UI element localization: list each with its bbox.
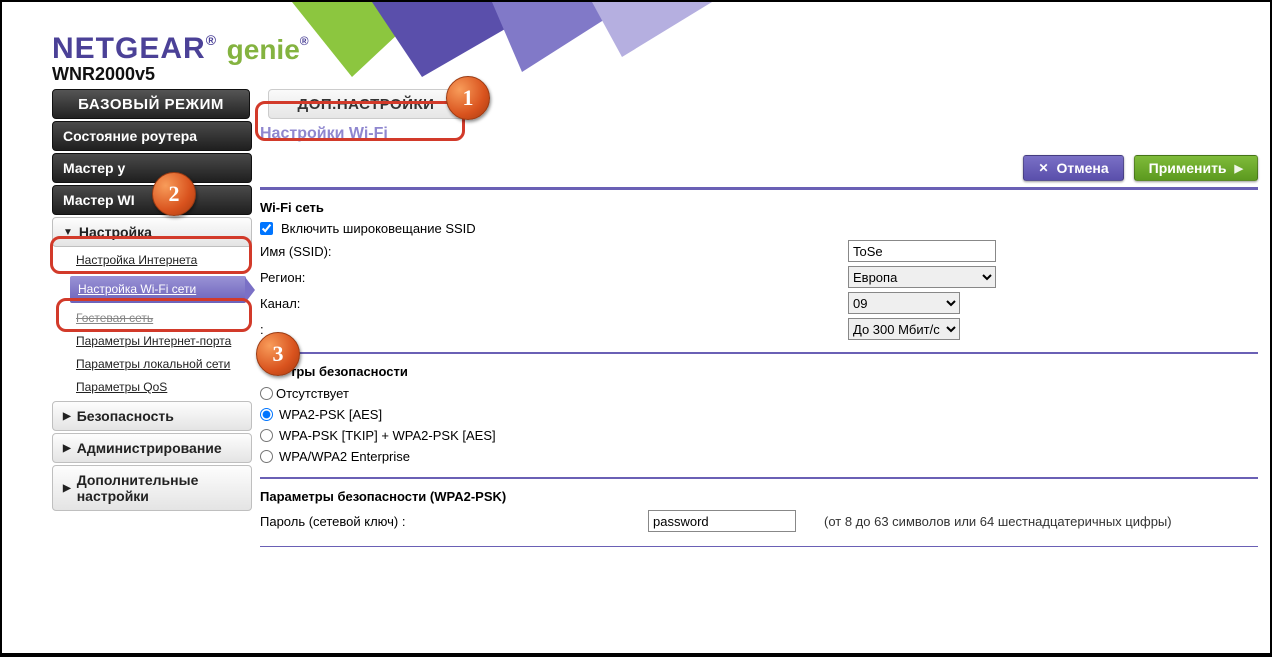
sidebar-item-extra[interactable]: ▶ Дополнительные настройки <box>52 465 252 511</box>
page-title: Настройки Wi-Fi <box>260 119 1258 153</box>
sidebar-item-setup[interactable]: ▼ Настройка <box>52 217 252 247</box>
security-mixed-label: WPA-PSK [TKIP] + WPA2-PSK [AES] <box>279 428 496 443</box>
button-label: Отмена <box>1057 160 1109 176</box>
sidebar-item-label: Дополнительные настройки <box>77 472 241 504</box>
sidebar: БАЗОВЫЙ РЕЖИМ Состояние роутера Мастер у… <box>52 89 252 553</box>
security-none-radio[interactable] <box>260 387 273 400</box>
security-none-label: Отсутствует <box>276 386 349 401</box>
sidebar-item-status[interactable]: Состояние роутера <box>52 121 252 151</box>
mode-select[interactable]: До 300 Мбит/с <box>848 318 960 340</box>
close-icon: ✕ <box>1038 161 1048 175</box>
chevron-right-icon: ▶ <box>63 411 71 422</box>
brand-netgear: NETGEAR® <box>52 32 217 66</box>
section-psk: Параметры безопасности (WPA2-PSK) <box>260 489 1258 504</box>
security-mixed-radio[interactable] <box>260 429 273 442</box>
tab-advanced[interactable]: ДОП.НАСТРОЙКИ <box>268 89 464 119</box>
chevron-right-icon: ▶ <box>63 443 71 454</box>
sidebar-item-label: Администрирование <box>77 440 222 456</box>
psk-input[interactable] <box>648 510 796 532</box>
security-enterprise-label: WPA/WPA2 Enterprise <box>279 449 410 464</box>
sidebar-item-wizard1[interactable]: Мастер у <box>52 153 252 183</box>
region-label: Регион: <box>260 270 840 285</box>
sidebar-item-security[interactable]: ▶ Безопасность <box>52 401 252 431</box>
sublink-wan[interactable]: Параметры Интернет-порта <box>76 334 252 349</box>
model-label: WNR2000v5 <box>52 64 1270 85</box>
sublink-internet[interactable]: Настройка Интернета <box>76 253 252 268</box>
tab-basic[interactable]: БАЗОВЫЙ РЕЖИМ <box>52 89 250 119</box>
ssid-input[interactable] <box>848 240 996 262</box>
badge-3: 3 <box>256 332 300 376</box>
sidebar-item-admin[interactable]: ▶ Администрирование <box>52 433 252 463</box>
content-area: ДОП.НАСТРОЙКИ Настройки Wi-Fi ✕ Отмена Пр… <box>252 89 1264 553</box>
button-label: Применить <box>1149 160 1227 176</box>
sublink-wifi[interactable]: Настройка Wi-Fi сети <box>70 276 246 303</box>
security-enterprise-radio[interactable] <box>260 450 273 463</box>
sidebar-item-label: Безопасность <box>77 408 174 424</box>
cancel-button[interactable]: ✕ Отмена <box>1023 155 1123 181</box>
sublink-guest[interactable]: Гостевая сеть <box>76 311 252 326</box>
security-wpa2-label: WPA2-PSK [AES] <box>279 407 382 422</box>
mode-label: : <box>260 322 840 337</box>
section-security: тры безопасности <box>260 364 1258 379</box>
security-wpa2-radio[interactable] <box>260 408 273 421</box>
psk-hint: (от 8 до 63 символов или 64 шестнадцатер… <box>824 514 1172 529</box>
badge-2: 2 <box>152 172 196 216</box>
sublink-qos[interactable]: Параметры QoS <box>76 380 252 395</box>
ssid-label: Имя (SSID): <box>260 244 840 259</box>
broadcast-ssid-checkbox[interactable] <box>260 222 273 235</box>
broadcast-ssid-label: Включить широковещание SSID <box>281 221 476 236</box>
channel-label: Канал: <box>260 296 840 311</box>
sidebar-item-label: Настройка <box>79 224 152 240</box>
chevron-right-icon: ▶ <box>1235 162 1243 175</box>
chevron-right-icon: ▶ <box>63 483 71 494</box>
brand-genie: genie® <box>227 34 309 66</box>
apply-button[interactable]: Применить ▶ <box>1134 155 1258 181</box>
psk-label: Пароль (сетевой ключ) : <box>260 514 640 529</box>
sublink-lan[interactable]: Параметры локальной сети <box>76 357 252 372</box>
submenu-setup: Настройка Интернета Настройка Wi-Fi сети… <box>52 249 252 399</box>
badge-1: 1 <box>446 76 490 120</box>
region-select[interactable]: Европа <box>848 266 996 288</box>
channel-select[interactable]: 09 <box>848 292 960 314</box>
chevron-down-icon: ▼ <box>63 227 73 238</box>
section-wifi: Wi-Fi сеть <box>260 200 1258 215</box>
